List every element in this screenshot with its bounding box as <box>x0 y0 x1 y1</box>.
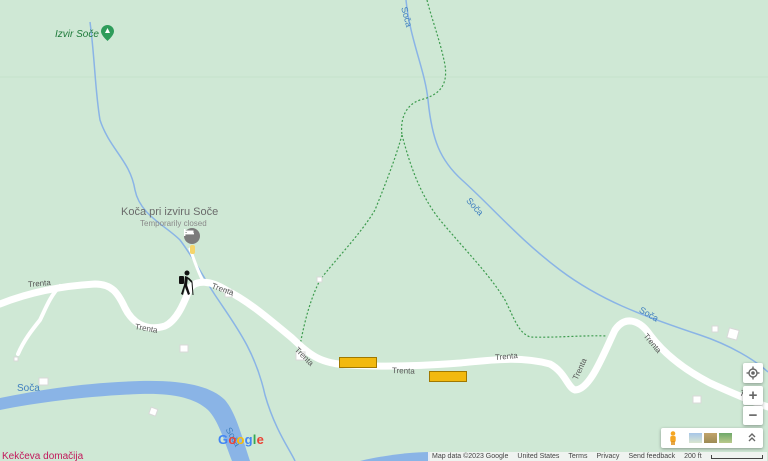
layer-thumbnail[interactable] <box>689 433 702 443</box>
building <box>179 344 189 353</box>
place-pin-icon[interactable] <box>101 25 114 41</box>
building <box>692 395 702 404</box>
google-logo: Google <box>218 432 264 447</box>
expand-chevron-icon[interactable] <box>747 431 757 445</box>
pegman-icon[interactable] <box>668 431 678 445</box>
river-label: Soča <box>17 383 40 394</box>
building <box>711 325 719 333</box>
region-link[interactable]: United States <box>517 453 559 460</box>
yellow-road-marker[interactable] <box>429 371 467 382</box>
privacy-link[interactable]: Privacy <box>596 453 619 460</box>
logo-letter: e <box>256 432 265 447</box>
scale-label[interactable]: 200 ft <box>684 453 702 460</box>
zoom-in-icon: + <box>748 387 758 404</box>
layer-thumbnail[interactable] <box>719 433 732 443</box>
attribution-bar: Map data ©2023 Google United States Term… <box>428 452 767 461</box>
layers-panel <box>661 428 763 448</box>
logo-letter: g <box>244 432 253 447</box>
terms-link[interactable]: Terms <box>568 453 587 460</box>
logo-letter: o <box>236 432 245 447</box>
poi-title[interactable]: Koča pri izviru Soče <box>121 206 218 218</box>
road-label: Trenta <box>391 366 415 376</box>
send-feedback-link[interactable]: Send feedback <box>628 453 675 460</box>
poi-status: Temporarily closed <box>140 219 207 228</box>
zoom-out-button[interactable]: − <box>743 406 763 425</box>
map-data-attribution: Map data ©2023 Google <box>432 453 509 460</box>
scale-bar <box>710 454 763 459</box>
my-location-button[interactable] <box>743 363 763 383</box>
my-location-icon <box>746 366 760 380</box>
hiker-icon[interactable] <box>176 270 194 296</box>
hotel-icon[interactable] <box>184 228 200 244</box>
map-canvas[interactable]: Izvir Soče Koča pri izviru Soče Temporar… <box>0 0 768 461</box>
zoom-out-icon: − <box>748 407 758 424</box>
zoom-in-button[interactable]: + <box>743 386 763 405</box>
pin-tail-icon <box>190 245 195 254</box>
yellow-road-marker[interactable] <box>339 357 377 368</box>
building <box>316 276 323 283</box>
building <box>38 377 49 386</box>
map-base-layer <box>0 0 768 461</box>
place-label-kekceva-domacija[interactable]: Kekčeva domačija <box>2 451 83 461</box>
building <box>13 356 19 362</box>
logo-letter: G <box>218 432 229 447</box>
building <box>726 327 740 341</box>
place-label-izvir-soce[interactable]: Izvir Soče <box>55 29 99 40</box>
layer-thumbnail[interactable] <box>704 433 717 443</box>
